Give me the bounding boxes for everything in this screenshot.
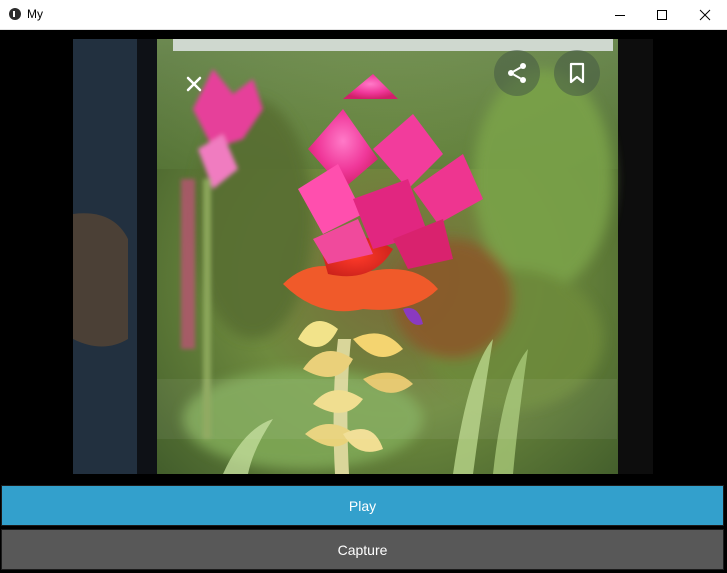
- camera-image: [73, 39, 653, 474]
- overlay-close-button[interactable]: [183, 73, 205, 95]
- app-icon: [9, 8, 21, 20]
- minimize-button[interactable]: [598, 0, 642, 29]
- window-titlebar[interactable]: My: [0, 0, 727, 30]
- window-title: My: [27, 7, 43, 21]
- share-icon: [508, 63, 526, 83]
- minimize-icon: [615, 14, 625, 16]
- overlay-share-button[interactable]: [494, 50, 540, 96]
- capture-button[interactable]: Capture: [1, 529, 724, 570]
- close-button[interactable]: [683, 0, 727, 29]
- camera-viewport: [0, 30, 727, 483]
- maximize-icon: [657, 9, 667, 20]
- play-button[interactable]: Play: [1, 485, 724, 526]
- overlay-bookmark-button[interactable]: [554, 50, 600, 96]
- close-icon: [699, 9, 711, 20]
- maximize-button[interactable]: [640, 0, 684, 29]
- camera-feed: [73, 39, 653, 474]
- bookmark-icon: [569, 62, 585, 84]
- close-icon: [186, 76, 202, 92]
